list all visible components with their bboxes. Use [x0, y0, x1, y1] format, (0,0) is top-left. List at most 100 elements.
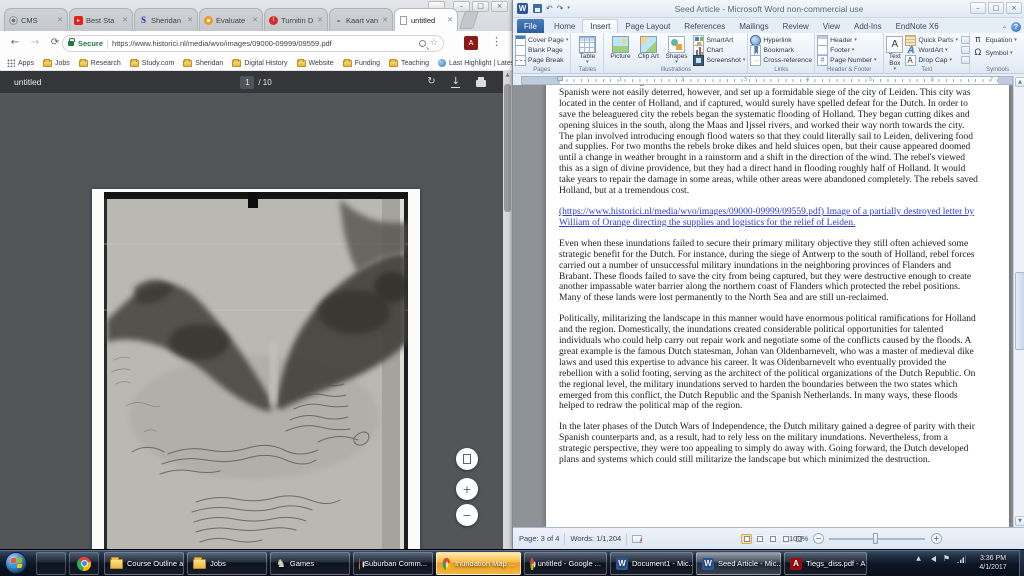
header-button[interactable]: Header▾: [817, 36, 881, 45]
bookmark-star-icon[interactable]: ☆: [430, 39, 438, 48]
forward-icon[interactable]: →: [28, 36, 42, 50]
reload-icon[interactable]: ⟳: [48, 36, 62, 50]
tab-home[interactable]: Home: [547, 20, 582, 33]
tab-insert[interactable]: Insert: [582, 19, 618, 33]
taskbar-untitled-google[interactable]: untitled - Google ...: [524, 552, 607, 575]
tab-turnitin[interactable]: Turnitin D ✕: [264, 8, 328, 31]
scroll-up-icon[interactable]: ▲: [503, 73, 512, 78]
download-icon[interactable]: ↓: [452, 77, 460, 87]
taskbar-seed-article[interactable]: Seed Article - Mic...: [696, 552, 781, 575]
bookmark-sheridan[interactable]: Sheridan: [183, 60, 223, 67]
pdf-page-input[interactable]: 1: [240, 76, 254, 89]
new-tab-button[interactable]: [459, 11, 479, 29]
tab-review[interactable]: Review: [776, 20, 816, 33]
tab-add-ins[interactable]: Add-Ins: [847, 20, 889, 33]
word-scrollbar[interactable]: ▲ ▼: [1013, 76, 1024, 527]
zoom-out-button[interactable]: −: [456, 504, 478, 526]
print-icon[interactable]: [476, 80, 486, 87]
page-break-button[interactable]: Page Break: [515, 56, 568, 65]
zoom-in-button[interactable]: +: [931, 533, 942, 544]
address-bar[interactable]: Secure https://www.historici.nl/media/wv…: [62, 35, 444, 52]
taskbar-clock[interactable]: 3:36 PM 4/1/2017: [970, 554, 1016, 572]
acrobat-extension-icon[interactable]: A: [464, 36, 478, 50]
show-desktop-button[interactable]: [1019, 550, 1024, 576]
bookmark-last-highlight[interactable]: Last Highlight | Lates: [438, 59, 514, 67]
rotate-icon[interactable]: ↻: [427, 77, 435, 87]
tab-file[interactable]: File: [517, 19, 544, 33]
zoom-level[interactable]: 100%: [789, 534, 808, 543]
object-icon[interactable]: [961, 56, 970, 64]
taskbar-document1[interactable]: Document1 - Mic...: [610, 552, 693, 575]
wordart-button[interactable]: WordArt▾: [905, 46, 958, 55]
fullscreen-view-button[interactable]: [754, 534, 765, 544]
hyperlink-paragraph[interactable]: (https://www.historici.nl/media/wvo/imag…: [559, 207, 981, 229]
tab-view[interactable]: View: [816, 20, 847, 33]
signature-line-icon[interactable]: [961, 36, 970, 44]
taskbar-suburban[interactable]: Suburban Comm...: [353, 552, 433, 575]
quick-parts-button[interactable]: Quick Parts▾: [905, 36, 958, 45]
hyperlink-button[interactable]: Hyperlink: [750, 36, 812, 45]
word-scrollbar-thumb[interactable]: [1015, 272, 1024, 350]
chrome-taskbar-icon[interactable]: [69, 552, 99, 575]
taskbar-inundation-map[interactable]: Inundation Map ...: [436, 552, 521, 575]
picture-button[interactable]: Picture: [606, 35, 634, 65]
bookmark-teaching[interactable]: Teaching: [389, 60, 429, 67]
start-button[interactable]: [5, 552, 27, 574]
bookmark-study[interactable]: Study.com: [130, 60, 175, 67]
word-restore-button[interactable]: □: [988, 2, 1004, 14]
bookmark-jobs[interactable]: Jobs: [43, 60, 70, 67]
tab-sheridan[interactable]: Sheridan ✕: [134, 8, 198, 31]
taskbar-games[interactable]: Games: [270, 552, 350, 575]
save-icon[interactable]: [533, 4, 542, 13]
fit-to-page-button[interactable]: [456, 448, 478, 470]
tab-best-sta[interactable]: Best Sta ✕: [69, 8, 133, 31]
tray-expand-icon[interactable]: ▲: [916, 556, 921, 562]
drop-cap-button[interactable]: Drop Cap▾: [905, 56, 958, 65]
web-layout-view-button[interactable]: [767, 534, 778, 544]
text-box-button[interactable]: Text Box▾: [886, 35, 903, 65]
horizontal-ruler[interactable]: 1 2 3 4 5 6 7: [521, 76, 1013, 85]
tab-close-icon[interactable]: ✕: [447, 17, 453, 24]
bookmark-digital-history[interactable]: Digital History: [232, 60, 287, 67]
blank-page-button[interactable]: Blank Page: [515, 46, 568, 55]
taskbar-jobs[interactable]: Jobs: [187, 552, 267, 575]
tab-close-icon[interactable]: ✕: [122, 17, 128, 24]
pdf-viewer[interactable]: Nationaal Archief Den Haag Ridderschap v…: [0, 93, 512, 549]
action-center-flag-icon[interactable]: ⚑: [943, 555, 950, 563]
tab-evaluate[interactable]: Evaluate ✕: [199, 8, 263, 31]
volume-icon[interactable]: [928, 556, 936, 562]
page-number-button[interactable]: Page Number▾: [817, 56, 881, 65]
network-signal-icon[interactable]: [957, 555, 966, 563]
smartart-button[interactable]: SmartArt: [693, 36, 745, 45]
redo-icon[interactable]: ↷: [557, 5, 564, 13]
footer-button[interactable]: Footer▾: [817, 46, 881, 55]
word-close-button[interactable]: ×: [1006, 2, 1022, 14]
pdf-scrollbar[interactable]: ▲: [503, 71, 512, 549]
back-icon[interactable]: ←: [8, 36, 22, 50]
word-count-status[interactable]: Words: 1/1,204: [570, 534, 621, 543]
scroll-down-icon[interactable]: ▼: [1015, 516, 1024, 526]
page-count-status[interactable]: Page: 3 of 4: [519, 534, 559, 543]
bookmark-funding[interactable]: Funding: [343, 60, 380, 67]
tab-close-icon[interactable]: ✕: [317, 17, 323, 24]
tab-references[interactable]: References: [677, 20, 732, 33]
cover-page-button[interactable]: Cover Page▾: [515, 36, 568, 45]
tab-page-layout[interactable]: Page Layout: [618, 20, 677, 33]
bookmark-research[interactable]: Research: [79, 60, 121, 67]
tab-untitled-active[interactable]: untitled ✕: [394, 8, 458, 31]
ribbon-collapse-icon[interactable]: ▵: [1003, 24, 1006, 30]
date-time-icon[interactable]: [961, 46, 970, 54]
print-layout-view-button[interactable]: [741, 534, 752, 544]
equation-button[interactable]: πEquation▾: [972, 36, 1023, 45]
zoom-slider-thumb[interactable]: [873, 533, 878, 544]
zoom-out-button[interactable]: −: [813, 533, 824, 544]
chrome-close-button[interactable]: ×: [491, 1, 508, 12]
help-icon[interactable]: ?: [1011, 22, 1021, 32]
symbol-button[interactable]: ΩSymbol▾: [972, 49, 1023, 58]
scroll-up-icon[interactable]: ▲: [1015, 77, 1024, 87]
screenshot-button[interactable]: Screenshot▾: [693, 56, 745, 65]
chart-button[interactable]: Chart: [693, 46, 745, 55]
tab-close-icon[interactable]: ✕: [382, 17, 388, 24]
undo-icon[interactable]: ↶: [546, 5, 553, 13]
tab-close-icon[interactable]: ✕: [57, 17, 63, 24]
